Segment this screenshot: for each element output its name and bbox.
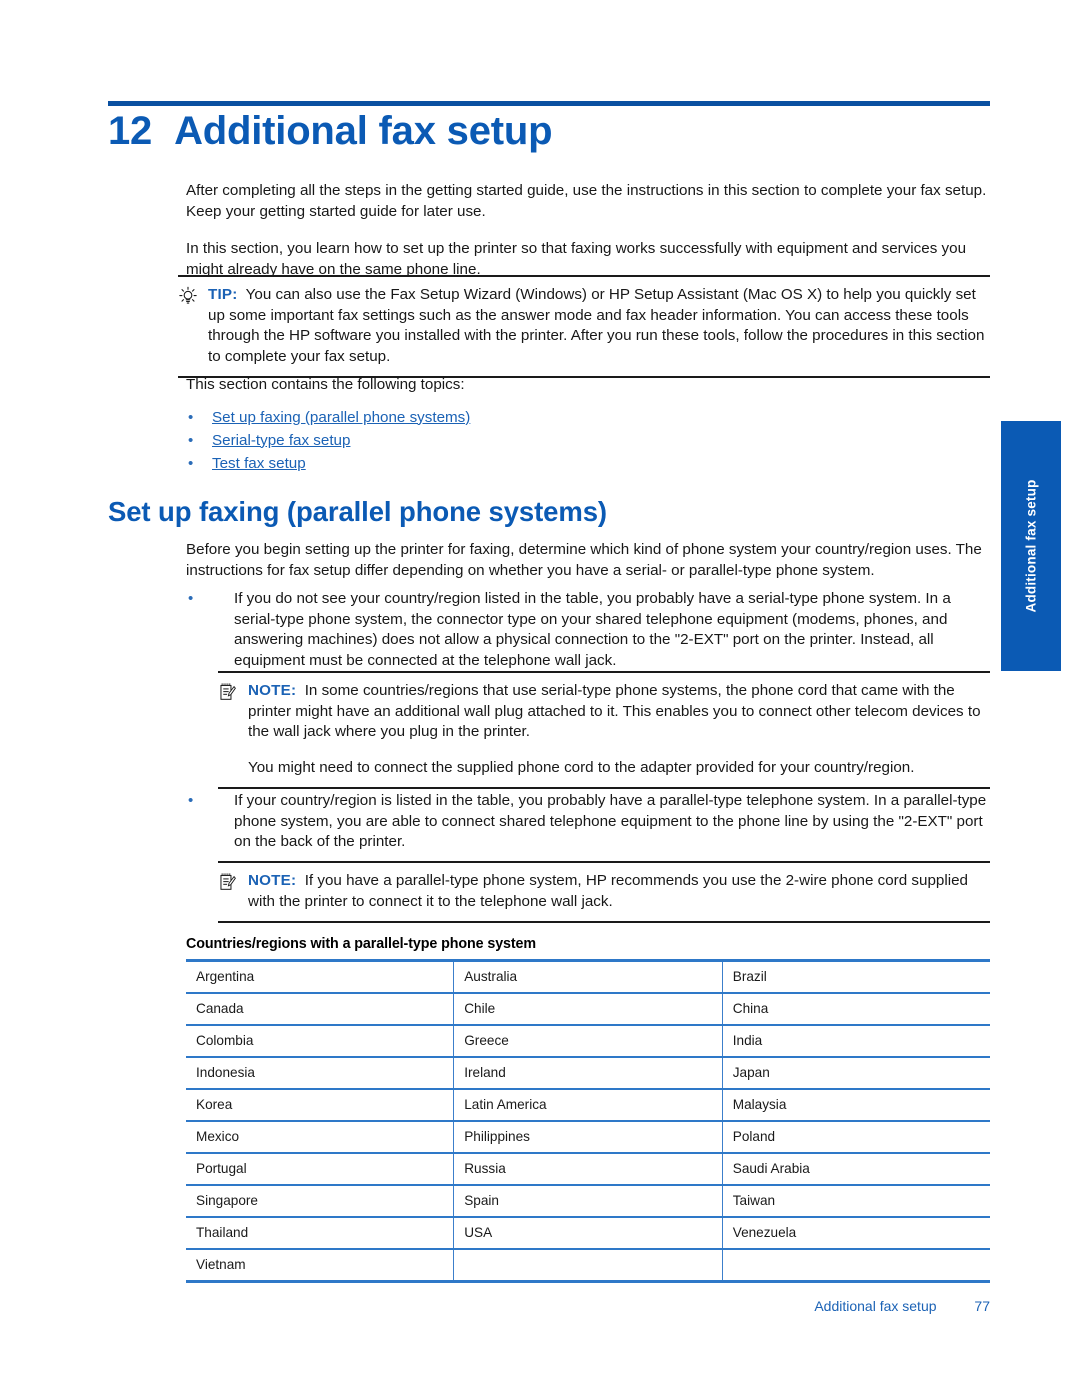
note2-label: NOTE: [248,872,297,889]
bullet-serial-block: • If you do not see your country/region … [186,589,990,671]
bullet-parallel-text: If your country/region is listed in the … [234,792,987,850]
table-cell: Philippines [453,1120,723,1153]
table-cell: Thailand [186,1216,455,1249]
toc-link-list: • Set up faxing (parallel phone systems)… [186,407,990,474]
table-cell: Chile [453,992,723,1025]
note-icon [218,681,248,778]
table-cell: Saudi Arabia [722,1152,990,1185]
table-cell: Taiwan [722,1184,990,1217]
table-row: Colombia Greece India [186,1024,990,1057]
table-cell: Venezuela [722,1216,990,1249]
chapter-title-rule [108,101,990,106]
link-serial-type-fax-setup[interactable]: Serial-type fax setup [212,432,350,449]
note1-bottom-rule [218,787,990,789]
note-icon [218,871,248,912]
page-footer: Additional fax setup 77 [186,1298,990,1314]
list-item[interactable]: • Test fax setup [186,453,990,474]
table-row: Argentina Australia Brazil [186,959,990,993]
lightbulb-icon [178,285,208,367]
table-caption: Countries/regions with a parallel-type p… [186,936,537,952]
table-cell: Korea [186,1088,455,1121]
bullet-icon: • [188,792,194,809]
table-cell: Vietnam [186,1248,455,1283]
table-cell: Russia [453,1152,723,1185]
bullet-icon: • [188,590,194,607]
table-cell: Latin America [453,1088,723,1121]
side-thumb-tab: Additional fax setup [1001,421,1061,671]
note2-text: If you have a parallel-type phone system… [248,872,968,910]
table-cell: Mexico [186,1120,455,1153]
bullet-icon: • [188,454,194,472]
table-cell: Australia [453,959,723,993]
note1-label: NOTE: [248,682,297,699]
table-cell: Ireland [453,1056,723,1089]
table-cell: Japan [722,1056,990,1089]
table-row: Canada Chile China [186,992,990,1025]
toc-block: This section contains the following topi… [186,375,990,476]
footer-page-number: 77 [974,1298,990,1314]
countries-table: Argentina Australia Brazil Canada Chile … [186,959,990,1283]
note1-text: In some countries/regions that use seria… [248,682,981,740]
note2-text-wrap: NOTE: If you have a parallel-type phone … [248,871,990,912]
link-setup-faxing-parallel[interactable]: Set up faxing (parallel phone systems) [212,409,470,426]
table-cell: Canada [186,992,455,1025]
table-cell: Argentina [186,959,455,993]
table-row: Mexico Philippines Poland [186,1120,990,1153]
table-cell: Greece [453,1024,723,1057]
intro-paragraph-1: After completing all the steps in the ge… [186,182,987,220]
footer-title: Additional fax setup [814,1298,937,1314]
tip-callout: TIP: You can also use the Fax Setup Wiza… [178,275,990,378]
table-cell: Singapore [186,1184,455,1217]
table-cell: China [722,992,990,1025]
table-cell: Spain [453,1184,723,1217]
list-item[interactable]: • Serial-type fax setup [186,430,990,451]
section-intro-paragraph: Before you begin setting up the printer … [186,541,982,579]
table-cell: Poland [722,1120,990,1153]
table-cell: India [722,1024,990,1057]
note1-text-wrap: NOTE: In some countries/regions that use… [248,681,990,778]
list-item[interactable]: • Set up faxing (parallel phone systems) [186,407,990,428]
document-page: 12 Additional fax setup After completing… [0,0,1080,1397]
intro-paragraph-2: In this section, you learn how to set up… [186,240,967,278]
note2-bottom-rule [218,921,990,923]
countries-table-body: Argentina Australia Brazil Canada Chile … [186,959,990,1283]
chapter-number: 12 [108,109,153,153]
link-test-fax-setup[interactable]: Test fax setup [212,455,306,472]
table-row: Portugal Russia Saudi Arabia [186,1152,990,1185]
tip-label: TIP: [208,286,238,303]
table-row: Vietnam [186,1248,990,1283]
chapter-title: Additional fax setup [174,109,553,153]
table-cell: Malaysia [722,1088,990,1121]
table-cell: Portugal [186,1152,455,1185]
table-cell: Colombia [186,1024,455,1057]
side-thumb-tab-label: Additional fax setup [1023,479,1039,613]
tip-text-wrap: TIP: You can also use the Fax Setup Wiza… [208,285,990,367]
table-row: Thailand USA Venezuela [186,1216,990,1249]
toc-lead-in: This section contains the following topi… [186,376,465,393]
note-callout-1: NOTE: In some countries/regions that use… [218,671,990,789]
table-row: Korea Latin America Malaysia [186,1088,990,1121]
note-callout-2: NOTE: If you have a parallel-type phone … [218,861,990,923]
bullet-icon: • [188,431,194,449]
section-heading: Set up faxing (parallel phone systems) [108,496,607,527]
tip-text: You can also use the Fax Setup Wizard (W… [208,286,985,365]
table-cell: Indonesia [186,1056,455,1089]
table-row: Singapore Spain Taiwan [186,1184,990,1217]
note1-text-2: You might need to connect the supplied p… [248,758,915,776]
table-row: Indonesia Ireland Japan [186,1056,990,1089]
table-cell [453,1248,723,1283]
table-cell [722,1248,990,1283]
table-cell: Brazil [722,959,990,993]
bullet-icon: • [188,408,194,426]
table-cell: USA [453,1216,723,1249]
bullet-serial-text: If you do not see your country/region li… [234,590,951,669]
bullet-parallel-block: • If your country/region is listed in th… [186,791,990,853]
chapter-heading: 12 Additional fax setup [108,108,998,154]
